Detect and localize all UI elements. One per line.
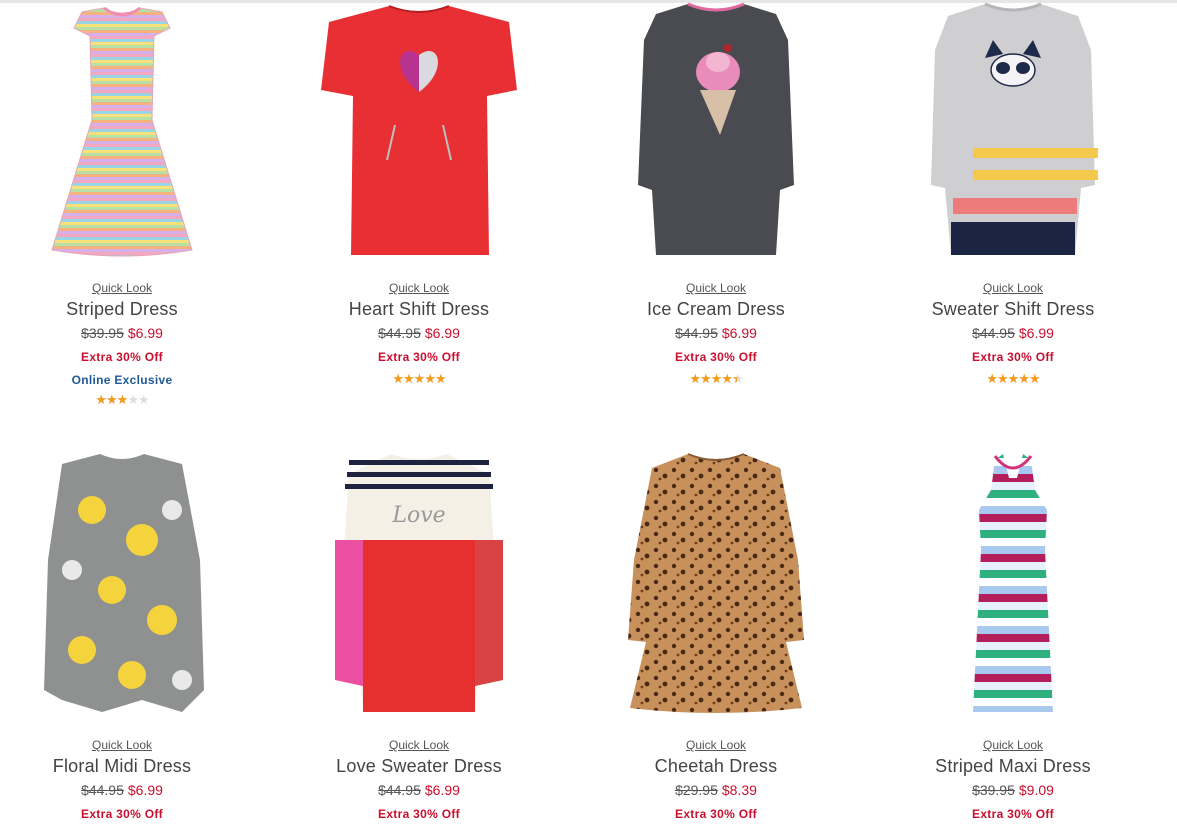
product-price: $44.95 $6.99 [299, 322, 539, 344]
product-card[interactable]: Quick Look Ice Cream Dress $44.95 $6.99 E… [596, 0, 836, 388]
product-name[interactable]: Striped Maxi Dress [893, 753, 1133, 779]
product-image[interactable] [616, 450, 816, 714]
quick-look-link[interactable]: Quick Look [2, 280, 242, 296]
product-image[interactable] [616, 0, 816, 260]
online-exclusive-badge: Online Exclusive [71, 373, 173, 387]
promo-label: Extra 30% Off [972, 350, 1054, 364]
quick-look-link[interactable]: Quick Look [893, 737, 1133, 753]
promo-label: Extra 30% Off [675, 807, 757, 821]
product-card[interactable]: Quick Look Striped Maxi Dress $39.95 $9.0… [893, 450, 1133, 827]
sale-price: $9.09 [1018, 782, 1054, 798]
striped-dress-image [51, 6, 193, 257]
original-price: $29.95 [675, 782, 718, 798]
promo-label: Extra 30% Off [378, 350, 460, 364]
original-price: $44.95 [972, 325, 1015, 341]
product-price: $29.95 $8.39 [596, 779, 836, 801]
star-rating[interactable]: ★★★★★★★★★★ [689, 372, 743, 388]
product-name[interactable]: Floral Midi Dress [2, 753, 242, 779]
sale-price: $6.99 [127, 325, 163, 341]
promo-label: Extra 30% Off [972, 807, 1054, 821]
product-price: $39.95 $6.99 [2, 322, 242, 344]
product-name[interactable]: Cheetah Dress [596, 753, 836, 779]
product-card[interactable]: Quick Look Striped Dress $39.95 $6.99 Ext… [2, 0, 242, 409]
original-price: $44.95 [675, 325, 718, 341]
sale-price: $6.99 [721, 325, 757, 341]
original-price: $39.95 [81, 325, 124, 341]
original-price: $44.95 [81, 782, 124, 798]
quick-look-link[interactable]: Quick Look [596, 280, 836, 296]
product-image[interactable] [319, 0, 519, 260]
heart-shift-dress-image [321, 5, 517, 255]
product-card[interactable]: Quick Look Sweater Shift Dress $44.95 $6.… [893, 0, 1133, 388]
product-card[interactable]: Quick Look Floral Midi Dress $44.95 $6.99… [2, 450, 242, 827]
product-image[interactable] [22, 0, 222, 260]
original-price: $44.95 [378, 325, 421, 341]
promo-label: Extra 30% Off [378, 807, 460, 821]
product-card[interactable]: Quick Look Heart Shift Dress $44.95 $6.99… [299, 0, 539, 388]
star-rating[interactable]: ★★★★★★★★★★ [95, 393, 149, 409]
product-price: $44.95 $6.99 [893, 322, 1133, 344]
product-price: $44.95 $6.99 [596, 322, 836, 344]
product-image[interactable] [913, 0, 1113, 260]
product-price: $44.95 $6.99 [299, 779, 539, 801]
quick-look-link[interactable]: Quick Look [299, 280, 539, 296]
product-name[interactable]: Ice Cream Dress [596, 296, 836, 322]
promo-label: Extra 30% Off [675, 350, 757, 364]
product-name[interactable]: Love Sweater Dress [299, 753, 539, 779]
star-rating[interactable]: ★★★★★★★★★★ [986, 372, 1040, 388]
ice-cream-dress-image [638, 2, 794, 255]
striped-maxi-dress-image [973, 454, 1053, 712]
product-name[interactable]: Heart Shift Dress [299, 296, 539, 322]
svg-text:Love: Love [391, 503, 445, 528]
quick-look-link[interactable]: Quick Look [2, 737, 242, 753]
product-image[interactable] [913, 450, 1113, 714]
sale-price: $8.39 [721, 782, 757, 798]
sale-price: $6.99 [127, 782, 163, 798]
cheetah-dress-image [628, 453, 804, 713]
sale-price: $6.99 [424, 782, 460, 798]
original-price: $44.95 [378, 782, 421, 798]
product-price: $44.95 $6.99 [2, 779, 242, 801]
love-sweater-dress-image: Love [335, 454, 503, 712]
floral-midi-dress-image [44, 454, 204, 712]
sale-price: $6.99 [424, 325, 460, 341]
sale-price: $6.99 [1018, 325, 1054, 341]
product-image[interactable] [22, 450, 222, 714]
quick-look-link[interactable]: Quick Look [893, 280, 1133, 296]
original-price: $39.95 [972, 782, 1015, 798]
product-card[interactable]: Quick Look Cheetah Dress $29.95 $8.39 Ext… [596, 450, 836, 827]
product-card[interactable]: Love Quick Look Love Sweater Dress $44.9… [299, 450, 539, 827]
promo-label: Extra 30% Off [81, 350, 163, 364]
quick-look-link[interactable]: Quick Look [596, 737, 836, 753]
promo-label: Extra 30% Off [81, 807, 163, 821]
product-name[interactable]: Striped Dress [2, 296, 242, 322]
quick-look-link[interactable]: Quick Look [299, 737, 539, 753]
sweater-shift-dress-image [931, 2, 1098, 255]
star-rating[interactable]: ★★★★★★★★★★ [392, 372, 446, 388]
product-name[interactable]: Sweater Shift Dress [893, 296, 1133, 322]
product-price: $39.95 $9.09 [893, 779, 1133, 801]
product-image[interactable]: Love [319, 450, 519, 714]
